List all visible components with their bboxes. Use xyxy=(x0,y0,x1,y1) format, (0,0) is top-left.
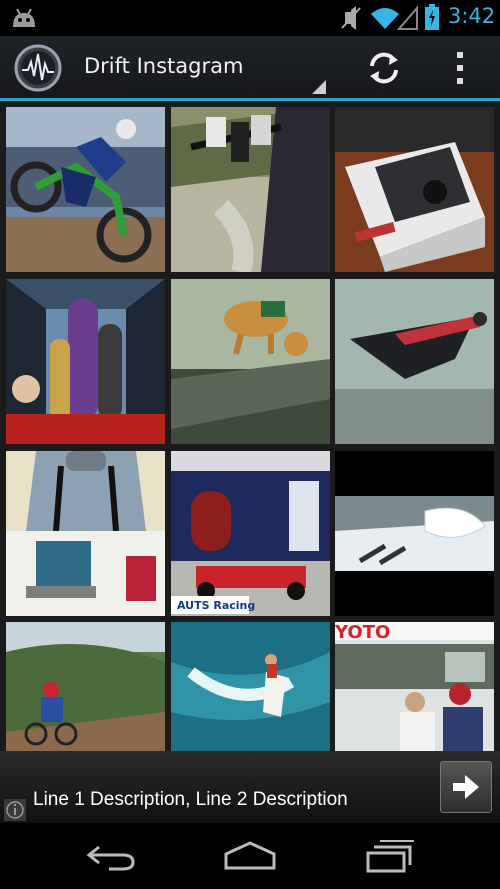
ad-banner[interactable]: Line 1 Description, Line 2 Description xyxy=(0,751,500,823)
photo-grid: AUTS Racing YOTO xyxy=(0,101,500,751)
spinner-indicator-icon xyxy=(312,80,326,94)
waveform-logo-icon[interactable] xyxy=(14,44,62,92)
wifi-icon xyxy=(371,8,399,29)
back-icon[interactable] xyxy=(85,841,137,871)
svg-text:YOTO: YOTO xyxy=(335,622,390,643)
home-icon[interactable] xyxy=(222,840,278,872)
photo-tile-skier-powder[interactable] xyxy=(335,451,494,616)
photo-tile-gokart[interactable]: AUTS Racing xyxy=(171,451,330,616)
recents-icon[interactable] xyxy=(364,839,416,873)
arrow-right-icon xyxy=(453,775,479,799)
info-icon[interactable] xyxy=(4,799,26,821)
mute-icon xyxy=(341,6,361,30)
photo-tile-surfer[interactable] xyxy=(171,622,330,751)
photo-tile-mtb-handlebars[interactable] xyxy=(171,107,330,272)
photo-tile-wingsuit[interactable] xyxy=(335,279,494,444)
photo-tile-dog-camera[interactable] xyxy=(171,279,330,444)
photo-tile-action-camera[interactable] xyxy=(335,107,494,272)
action-bar: Drift Instagram xyxy=(0,36,500,101)
photo-tile-motor-event[interactable]: YOTO xyxy=(335,622,494,751)
app-title[interactable]: Drift Instagram xyxy=(84,54,243,78)
photo-tile-motocross[interactable] xyxy=(6,107,165,272)
signal-icon xyxy=(397,6,418,30)
battery-icon xyxy=(425,4,439,30)
ad-arrow-button[interactable] xyxy=(440,761,492,813)
overflow-menu-button[interactable] xyxy=(444,46,476,90)
photo-tile-snowboards-gondola[interactable] xyxy=(6,279,165,444)
status-clock: 3:42 xyxy=(448,4,496,28)
photo-tile-chest-harness-laptop[interactable] xyxy=(6,451,165,616)
ad-description-text[interactable]: Line 1 Description, Line 2 Description xyxy=(33,789,348,811)
navigation-bar xyxy=(0,823,500,889)
photo-tile-mountain-biker[interactable] xyxy=(6,622,165,751)
auts-racing-label: AUTS Racing xyxy=(177,599,255,612)
android-debug-icon xyxy=(13,8,35,27)
refresh-button[interactable] xyxy=(360,46,408,90)
status-bar: 3:42 xyxy=(0,0,500,36)
